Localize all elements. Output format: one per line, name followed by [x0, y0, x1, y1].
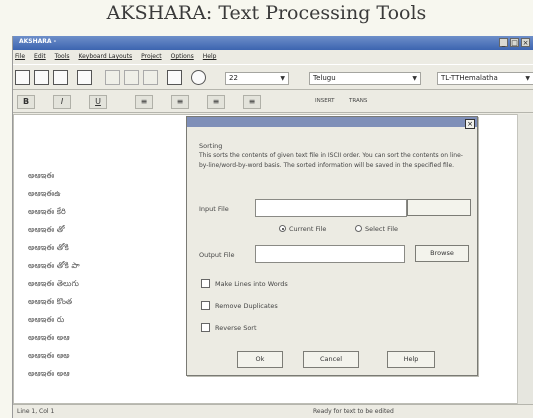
menu-help[interactable]: Help — [203, 51, 217, 63]
format-bar: B I U ≡ ≡ ≡ ≡ INSERT TRANS — [13, 91, 533, 113]
editor-line: అఆఇఈ రు — [28, 315, 65, 324]
editor-line: అఆఇఈ కొంత — [28, 297, 73, 306]
paste-icon[interactable] — [143, 70, 158, 85]
align-right-icon[interactable]: ≡ — [207, 95, 225, 109]
reverse-sort-checkbox[interactable] — [201, 323, 210, 332]
make-lines-words-checkbox[interactable] — [201, 279, 210, 288]
radio-select-label: Select File — [365, 225, 398, 233]
dialog-title-bar — [187, 117, 477, 127]
justify-icon[interactable]: ≡ — [243, 95, 261, 109]
editor-line: అఆఇఈ అఆ — [28, 333, 70, 342]
underline-button[interactable]: U — [89, 95, 107, 109]
insert-mode-label: INSERT — [315, 98, 335, 104]
toolbar: 22 ▼ Telugu ▼ TL-TTHemalatha ▼ — [13, 64, 533, 90]
maximize-button[interactable]: □ — [510, 38, 519, 47]
editor-line: అఆఇఈ అఆ — [28, 369, 70, 378]
radio-current-file[interactable] — [279, 225, 286, 232]
chevron-down-icon: ▼ — [280, 75, 285, 82]
menu-options[interactable]: Options — [171, 51, 194, 63]
globe-icon[interactable] — [191, 70, 206, 85]
find-icon[interactable] — [167, 70, 182, 85]
editor-line: అఆఇఈ తోకి — [28, 243, 69, 252]
save-icon[interactable] — [53, 70, 68, 85]
help-button[interactable]: Help — [387, 351, 435, 368]
editor-line: అఆఇఈఉ — [28, 189, 61, 198]
minimize-button[interactable]: _ — [499, 38, 508, 47]
input-file-label: Input File — [199, 205, 229, 213]
cancel-button[interactable]: Cancel — [303, 351, 359, 368]
dialog-description: This sorts the contents of given text fi… — [199, 152, 463, 169]
cut-icon[interactable] — [105, 70, 120, 85]
bold-button[interactable]: B — [17, 95, 35, 109]
output-browse-button[interactable]: Browse — [415, 245, 469, 262]
banner-title: AKSHARA: Text Processing Tools — [0, 0, 533, 36]
status-bar: Line 1, Col 1 Ready for text to be edite… — [13, 404, 533, 418]
dialog-heading: Sorting — [199, 142, 223, 150]
align-left-icon[interactable]: ≡ — [135, 95, 153, 109]
language-select[interactable]: Telugu ▼ — [309, 72, 421, 85]
output-file-field[interactable] — [255, 245, 405, 263]
menu-tools[interactable]: Tools — [55, 51, 70, 63]
editor-line: అఆఇఈ తెలుగు — [28, 279, 79, 288]
print-icon[interactable] — [77, 70, 92, 85]
editor-line: అఆఇఈ తో — [28, 225, 65, 234]
vertical-scrollbar[interactable] — [517, 114, 533, 404]
menu-edit[interactable]: Edit — [34, 51, 46, 63]
font-size-select[interactable]: 22 ▼ — [225, 72, 289, 85]
title-bar: AKSHARA - _ □ × — [13, 36, 533, 50]
sort-dialog: × Sorting This sorts the contents of giv… — [186, 116, 478, 376]
make-lines-words-label: Make Lines into Words — [215, 280, 288, 288]
remove-duplicates-label: Remove Duplicates — [215, 302, 278, 310]
editor-line: అఆఇఈ ఆఅ — [28, 351, 70, 360]
menu-file[interactable]: File — [15, 51, 25, 63]
copy-icon[interactable] — [124, 70, 139, 85]
font-name-select[interactable]: TL-TTHemalatha ▼ — [437, 72, 533, 85]
chevron-down-icon: ▼ — [412, 75, 417, 82]
menu-keyboard-layouts[interactable]: Keyboard Layouts — [78, 51, 132, 63]
radio-select-file[interactable] — [355, 225, 362, 232]
align-center-icon[interactable]: ≡ — [171, 95, 189, 109]
cursor-position: Line 1, Col 1 — [17, 408, 55, 415]
trans-mode-label: TRANS — [349, 98, 368, 104]
input-file-field[interactable] — [255, 199, 407, 217]
reverse-sort-label: Reverse Sort — [215, 324, 257, 332]
italic-button[interactable]: I — [53, 95, 71, 109]
close-button[interactable]: × — [521, 38, 530, 47]
ok-button[interactable]: Ok — [237, 351, 283, 368]
remove-duplicates-checkbox[interactable] — [201, 301, 210, 310]
window-title: AKSHARA - — [19, 38, 57, 45]
new-file-icon[interactable] — [15, 70, 30, 85]
output-file-label: Output File — [199, 251, 235, 259]
close-icon[interactable]: × — [465, 119, 475, 129]
chevron-down-icon: ▼ — [525, 75, 530, 82]
radio-current-label: Current File — [289, 225, 327, 233]
editor-line: అఆఇఈ కేరి — [28, 207, 66, 216]
status-message: Ready for text to be edited — [313, 408, 394, 415]
open-file-icon[interactable] — [34, 70, 49, 85]
menu-project[interactable]: Project — [141, 51, 162, 63]
editor-line: అఆఇఈ తోకి పా — [28, 261, 80, 270]
input-browse-button[interactable] — [407, 199, 471, 216]
editor-line: అఆఇఈ — [28, 171, 55, 180]
menu-bar: File Edit Tools Keyboard Layouts Project… — [13, 51, 533, 63]
